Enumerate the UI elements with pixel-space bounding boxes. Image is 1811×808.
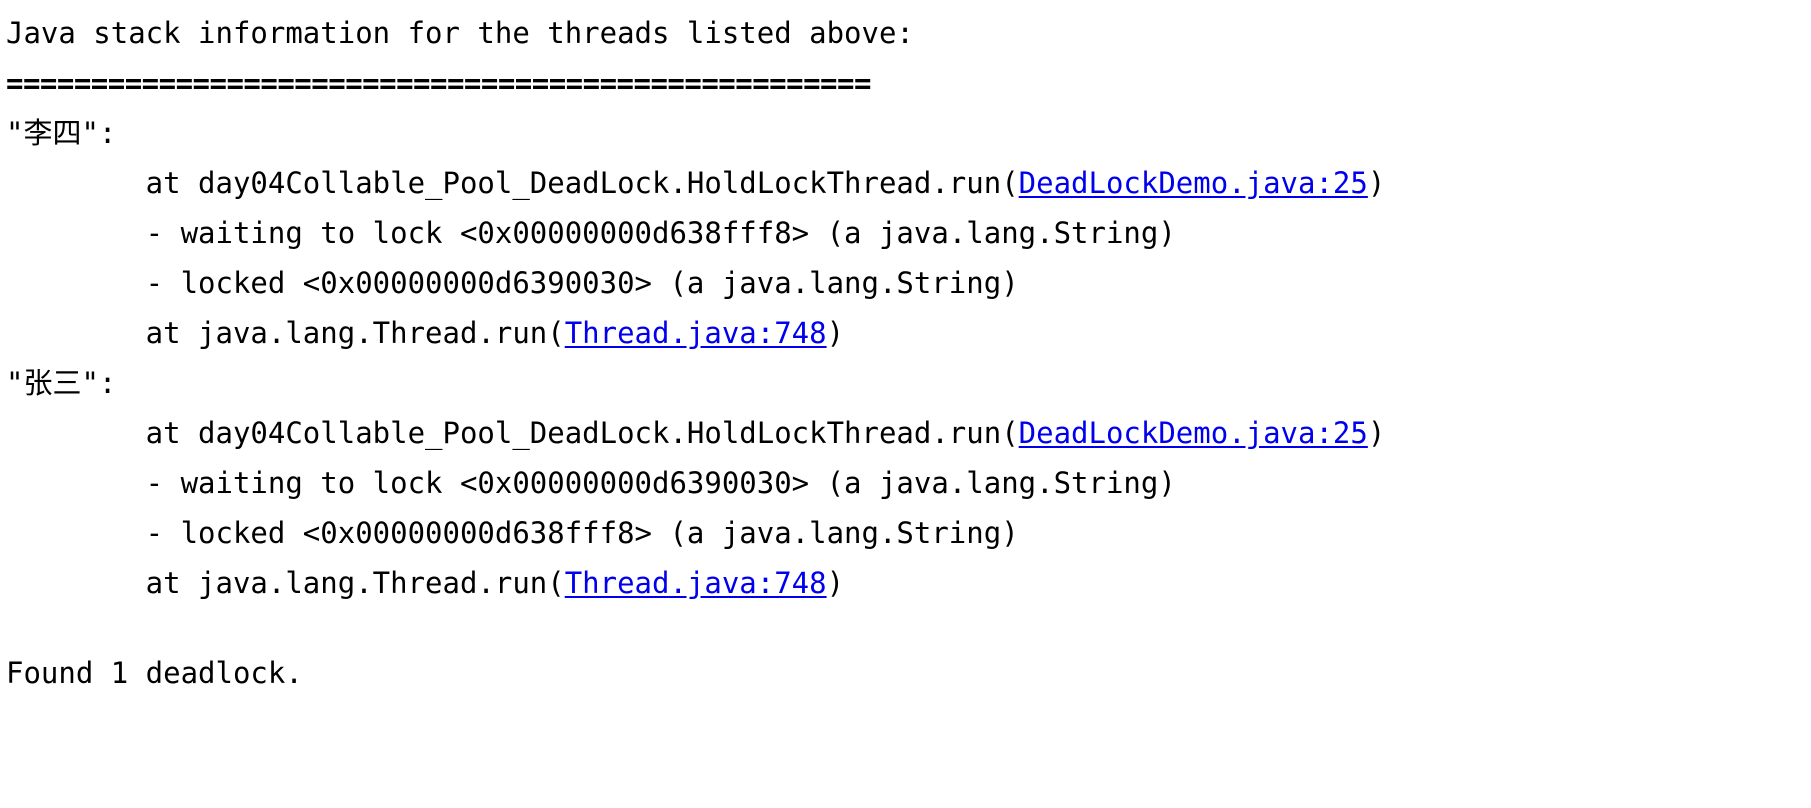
stack-frame-suffix: ) xyxy=(1367,166,1386,200)
header-line: Java stack information for the threads l… xyxy=(6,16,914,50)
stack-frame-text: at java.lang.Thread.run( xyxy=(6,566,565,600)
lock-frame-text: - locked <0x00000000d6390030> (a java.la… xyxy=(6,266,1019,300)
stack-trace-console: Java stack information for the threads l… xyxy=(0,0,1811,808)
thread-name: "张三": xyxy=(6,366,117,400)
stack-frame-suffix: ) xyxy=(1367,416,1386,450)
separator-line: ========================================… xyxy=(6,66,871,100)
source-link[interactable]: DeadLockDemo.java:25 xyxy=(1019,416,1368,450)
stack-frame-text: at java.lang.Thread.run( xyxy=(6,316,565,350)
lock-frame-text: - waiting to lock <0x00000000d6390030> (… xyxy=(6,466,1176,500)
source-link[interactable]: Thread.java:748 xyxy=(565,316,827,350)
stack-frame-suffix: ) xyxy=(826,316,845,350)
stack-frame: at java.lang.Thread.run(Thread.java:748) xyxy=(6,308,1811,358)
stack-frame: at day04Collable_Pool_DeadLock.HoldLockT… xyxy=(6,158,1811,208)
lock-frame: - locked <0x00000000d6390030> (a java.la… xyxy=(6,258,1811,308)
source-link[interactable]: DeadLockDemo.java:25 xyxy=(1019,166,1368,200)
stack-frame: at java.lang.Thread.run(Thread.java:748) xyxy=(6,558,1811,608)
lock-frame: - locked <0x00000000d638fff8> (a java.la… xyxy=(6,508,1811,558)
stack-frame-text: at day04Collable_Pool_DeadLock.HoldLockT… xyxy=(6,416,1019,450)
stack-frame-suffix: ) xyxy=(826,566,845,600)
lock-frame-text: - waiting to lock <0x00000000d638fff8> (… xyxy=(6,216,1176,250)
source-link[interactable]: Thread.java:748 xyxy=(565,566,827,600)
thread-name: "李四": xyxy=(6,116,117,150)
lock-frame-text: - locked <0x00000000d638fff8> (a java.la… xyxy=(6,516,1019,550)
lock-frame: - waiting to lock <0x00000000d6390030> (… xyxy=(6,458,1811,508)
stack-frame: at day04Collable_Pool_DeadLock.HoldLockT… xyxy=(6,408,1811,458)
stack-frame-text: at day04Collable_Pool_DeadLock.HoldLockT… xyxy=(6,166,1019,200)
lock-frame: - waiting to lock <0x00000000d638fff8> (… xyxy=(6,208,1811,258)
deadlock-summary: Found 1 deadlock. xyxy=(6,656,303,690)
